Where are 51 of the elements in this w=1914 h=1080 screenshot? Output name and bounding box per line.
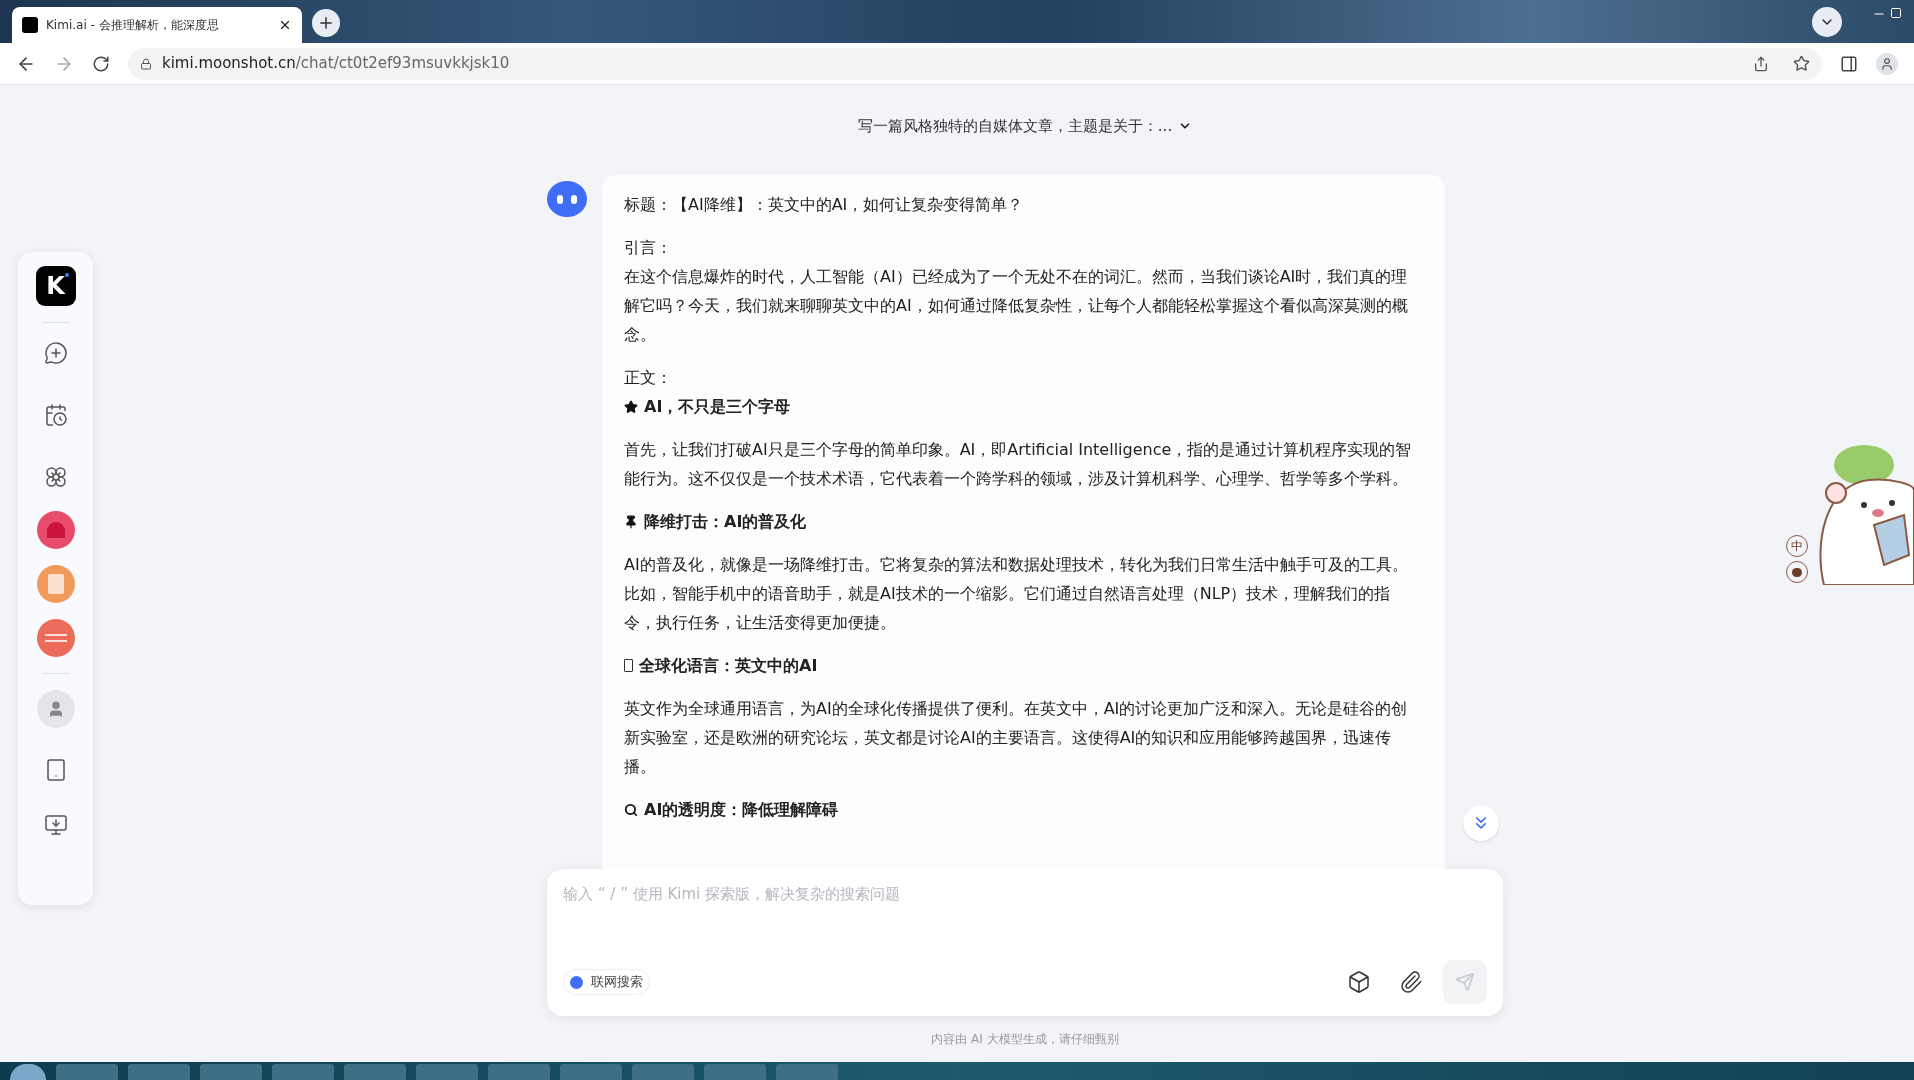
new-tab-button[interactable] xyxy=(312,9,340,37)
start-button[interactable] xyxy=(10,1064,46,1080)
new-chat-icon[interactable] xyxy=(43,341,68,365)
url-text: kimi.moonshot.cn/chat/ct0t2ef93msuvkkjsk10 xyxy=(162,53,510,75)
section-heading: 降维打击：AI的普及化 xyxy=(644,511,807,533)
user-avatar[interactable] xyxy=(36,690,75,728)
maximize-icon[interactable] xyxy=(1890,7,1902,19)
search-icon xyxy=(624,802,638,817)
paragraph: 英文作为全球通用语言，为AI的全球化传播提供了便利。在英文中，AI的讨论更加广泛和深入。无论是硅谷的创新实验室，还是欧洲的研究论坛，英文都是讨论AI的主要语言。这使得AI的知识和应用能够跨越国界，迅速传播。 xyxy=(624,698,1409,778)
paragraph: AI的普及化，就像是一场降维打击。它将复杂的算法和数据处理技术，转化为我们日常生活中触手可及的工具。比如，智能手机中的语音助手，就是AI技术的一个缩影。它们通过自然语言处理（NLP）技术，理解我们的指令，执行任务，让生活变得更加便捷。 xyxy=(624,554,1409,634)
toggle-knob-icon xyxy=(570,975,583,989)
kimi-logo[interactable]: K xyxy=(35,266,76,306)
monitor-download-icon[interactable] xyxy=(43,813,68,837)
star-icon xyxy=(624,399,638,414)
tab-search-button[interactable] xyxy=(1812,7,1842,37)
person-icon xyxy=(1880,56,1894,71)
paragraph: 首先，让我们打破AI只是三个字母的简单印象。AI，即Artificial Intelligence，指的是通过计算机程序实现的智能行为。这不仅仅是一个技术术语，它代表着一个跨学科的领域，涉及计算机科学、心理学、哲学等多个学科。 xyxy=(624,439,1413,490)
lock-icon xyxy=(140,57,152,70)
assistant-avatar xyxy=(547,181,587,217)
address-field[interactable]: kimi.moonshot.cn/chat/ct0t2ef93msuvkkjsk10 xyxy=(128,47,1822,80)
section-heading: 全球化语言：英文中的AI xyxy=(639,655,818,677)
article-title: 标题：【AI降维】：英文中的AI，如何让复杂变得简单？ xyxy=(624,194,1025,216)
section-label: 正文： xyxy=(624,367,673,389)
close-icon[interactable] xyxy=(278,18,292,32)
profile-avatar[interactable] xyxy=(1876,52,1898,75)
favicon-icon xyxy=(22,17,38,33)
message-input[interactable]: 输入 “ / ” 使用 Kimi 探索版，解决复杂的搜索问题 联网搜索 xyxy=(547,869,1503,1016)
apps-icon[interactable] xyxy=(43,465,68,489)
share-icon[interactable] xyxy=(1753,55,1769,72)
tab-title: Kimi.ai - 会推理解析，能深度思 xyxy=(46,17,220,34)
cube-icon[interactable] xyxy=(1347,970,1371,994)
bookmark-star-icon[interactable] xyxy=(1793,55,1810,72)
app-avatar[interactable] xyxy=(36,511,75,549)
browser-tab[interactable]: Kimi.ai - 会推理解析，能深度思 xyxy=(12,7,302,43)
section-heading: AI的透明度：降低理解障碍 xyxy=(644,799,839,821)
app-avatar[interactable] xyxy=(36,619,75,657)
pin-icon xyxy=(624,514,638,529)
paragraph: 在这个信息爆炸的时代，人工智能（AI）已经成为了一个无处不在的词汇。然而，当我们谈论AI时，我们真的理解它吗？今天，我们就来聊聊英文中的AI，如何通过降低复杂性，让每个人都能轻松掌握这个看似高深莫测的概念。 xyxy=(624,266,1409,346)
empty-glyph-icon xyxy=(624,659,633,672)
side-panel-icon[interactable] xyxy=(1840,54,1858,73)
history-icon[interactable] xyxy=(43,403,68,427)
section-label: 引言： xyxy=(624,237,673,259)
input-field[interactable]: 输入 “ / ” 使用 Kimi 探索版，解决复杂的搜索问题 xyxy=(563,883,1487,960)
attachment-icon[interactable] xyxy=(1399,970,1423,994)
reload-icon[interactable] xyxy=(92,54,110,73)
disclaimer-text: 内容由 AI 大模型生成，请仔细甄别 xyxy=(931,1031,1119,1048)
chat-title[interactable]: 写一篇风格独特的自媒体文章，主题是关于：... xyxy=(857,115,1173,138)
send-icon xyxy=(1455,972,1475,992)
plus-icon xyxy=(317,14,335,32)
section-heading: AI，不只是三个字母 xyxy=(644,396,791,418)
scroll-down-button[interactable] xyxy=(1463,805,1499,841)
